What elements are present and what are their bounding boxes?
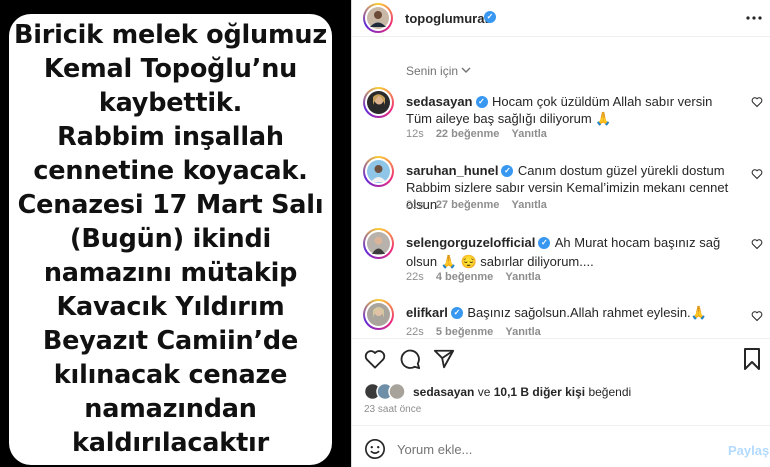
comment-input[interactable]: [397, 440, 717, 458]
commenter-avatar-ring[interactable]: [363, 228, 394, 259]
comment-time: 22s: [406, 326, 424, 338]
commenter-avatar-ring[interactable]: [363, 299, 394, 330]
comment-like-heart-icon[interactable]: [751, 238, 763, 250]
composer-divider: [352, 425, 770, 426]
liked-by-user[interactable]: sedasayan: [413, 385, 474, 399]
more-horizontal-icon[interactable]: [746, 16, 762, 20]
post-comment-button[interactable]: Paylaş: [728, 443, 769, 458]
post-image: Biricik melek oğlumuz Kemal Topoğlu’nu k…: [0, 0, 351, 467]
author-username[interactable]: topoglumurat: [405, 11, 489, 26]
verified-badge-icon: ✓: [538, 236, 551, 249]
author-avatar-ring[interactable]: [363, 3, 393, 33]
liked-by-others[interactable]: 10,1 B diğer kişi: [494, 385, 585, 399]
commenter-avatar-ring[interactable]: [363, 156, 394, 187]
bookmark-icon[interactable]: [743, 348, 761, 370]
verified-badge-icon: ✓: [484, 11, 496, 23]
verified-badge-icon: ✓: [450, 306, 463, 319]
comment-username[interactable]: saruhan_hunel: [406, 163, 498, 178]
comment-time: 21s: [406, 199, 424, 211]
commenter-avatar: [367, 303, 390, 326]
comment-likes[interactable]: 22 beğenme: [436, 128, 500, 140]
action-bar-divider: [352, 338, 770, 339]
comment-likes[interactable]: 5 beğenme: [436, 326, 493, 338]
comment-like-heart-icon[interactable]: [751, 310, 763, 322]
comment-likes[interactable]: 4 beğenme: [436, 271, 493, 283]
author-avatar: [367, 7, 389, 29]
comment-like-heart-icon[interactable]: [751, 168, 763, 180]
liked-by-end: beğendi: [585, 385, 632, 399]
comment-username[interactable]: selengorguzelofficial: [406, 235, 535, 250]
comment-time: 22s: [406, 271, 424, 283]
reply-button[interactable]: Yanıtla: [505, 271, 540, 283]
reply-button[interactable]: Yanıtla: [505, 326, 540, 338]
commenter-avatar: [367, 232, 390, 255]
chevron-down-icon[interactable]: [461, 67, 471, 74]
reply-button[interactable]: Yanıtla: [511, 128, 546, 140]
comment-likes[interactable]: 27 beğenme: [436, 199, 500, 211]
post-timestamp: 23 saat önce: [364, 404, 422, 415]
verified-badge-icon: ✓: [475, 95, 488, 108]
comment-text: Başınız sağolsun.Allah rahmet eylesin.🙏: [467, 305, 707, 320]
like-heart-icon[interactable]: [364, 349, 386, 369]
comment-time: 12s: [406, 128, 424, 140]
story-text: Biricik melek oğlumuz Kemal Topoğlu’nu k…: [14, 20, 327, 458]
verified-badge-icon: ✓: [501, 164, 514, 177]
comment-filter-label[interactable]: Senin için: [406, 64, 458, 78]
liked-by-middle: ve: [474, 385, 494, 399]
comment-username[interactable]: elifkarl: [406, 305, 448, 320]
comment-bubble-icon[interactable]: [399, 348, 421, 370]
comment-like-heart-icon[interactable]: [751, 96, 763, 108]
commenter-avatar-ring[interactable]: [363, 87, 394, 118]
share-paper-plane-icon[interactable]: [433, 348, 455, 370]
comments-panel: topoglumurat ✓ Senin için sedasayan ✓ Hoc…: [351, 0, 770, 467]
commenter-avatar: [367, 91, 390, 114]
liked-by-avatars[interactable]: [363, 382, 410, 401]
reply-button[interactable]: Yanıtla: [511, 199, 546, 211]
commenter-avatar: [367, 160, 390, 183]
liked-by-text: sedasayan ve 10,1 B diğer kişi beğendi: [413, 385, 631, 399]
emoji-icon[interactable]: [364, 438, 386, 460]
comment-username[interactable]: sedasayan: [406, 94, 473, 109]
